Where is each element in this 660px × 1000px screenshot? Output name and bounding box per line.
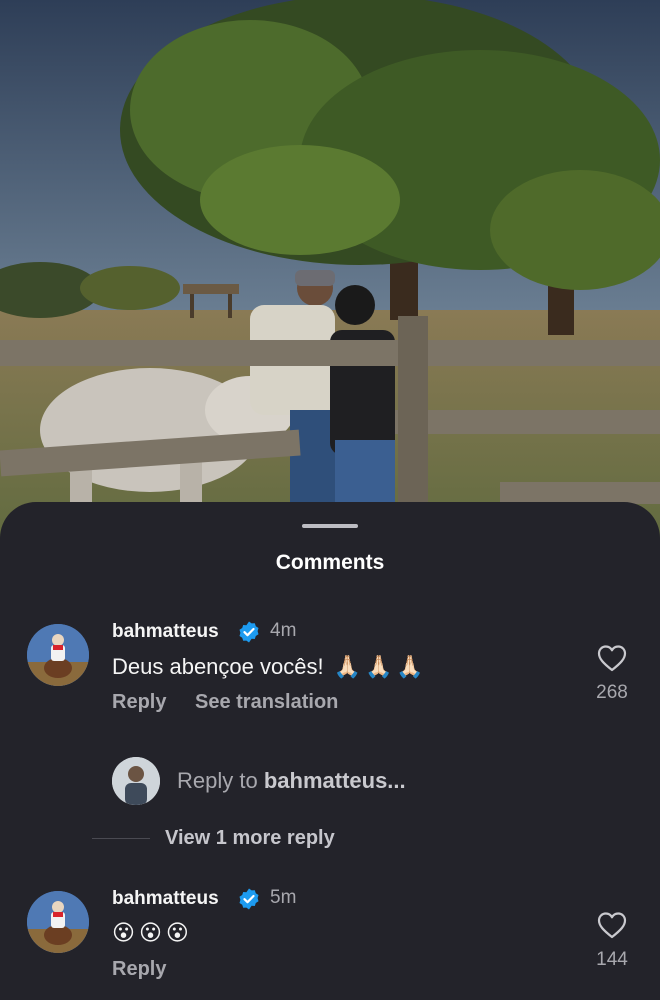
- sheet-title: Comments: [275, 551, 385, 574]
- heart-outline-icon[interactable]: [596, 910, 628, 940]
- see-translation-button[interactable]: See translation: [195, 691, 338, 714]
- divider-line: [92, 838, 150, 839]
- comment-text: Deus abençoe vocês! 🙏🏻 🙏🏻 🙏🏻: [112, 654, 424, 680]
- drag-handle[interactable]: [302, 524, 358, 528]
- reply-input-prefix: Reply to: [177, 768, 264, 793]
- emoji-group: 😮 😮 😮: [112, 920, 189, 946]
- comment-username[interactable]: bahmatteus: [112, 888, 219, 910]
- astonished-face-emoji: 😮: [165, 920, 189, 945]
- praying-hands-emoji: 🙏🏻: [396, 654, 424, 679]
- comment-avatar[interactable]: [27, 624, 89, 686]
- comment-body: Deus abençoe vocês!: [112, 654, 324, 679]
- astonished-face-emoji: 😮: [112, 920, 135, 945]
- heart-outline-icon[interactable]: [596, 643, 628, 673]
- like-count: 144: [596, 949, 628, 970]
- astonished-face-emoji: 😮: [138, 920, 162, 945]
- comment-avatar[interactable]: [27, 891, 89, 953]
- current-user-avatar: [112, 757, 160, 805]
- emoji-group: 🙏🏻 🙏🏻 🙏🏻: [334, 654, 424, 680]
- reply-button[interactable]: Reply: [112, 691, 166, 714]
- praying-hands-emoji: 🙏🏻: [364, 654, 393, 679]
- praying-hands-emoji: 🙏🏻: [333, 654, 361, 679]
- view-more-replies-button[interactable]: View 1 more reply: [165, 827, 335, 850]
- verified-badge-icon: [239, 888, 259, 910]
- reply-input-target: bahmatteus...: [263, 768, 406, 793]
- comments-sheet: Comments bahmatteus 4m Deus abençoe você…: [0, 502, 660, 1000]
- reply-input[interactable]: Reply to bahmatteus...: [177, 768, 406, 794]
- comment-time: 4m: [270, 620, 297, 641]
- like-count: 268: [596, 682, 628, 703]
- reply-button[interactable]: Reply: [112, 958, 166, 981]
- comment-time: 5m: [270, 887, 297, 908]
- verified-badge-icon: [239, 621, 259, 643]
- comment-username[interactable]: bahmatteus: [112, 621, 219, 643]
- comment-text: 😮 😮 😮: [112, 920, 189, 946]
- post-photo: [0, 0, 660, 560]
